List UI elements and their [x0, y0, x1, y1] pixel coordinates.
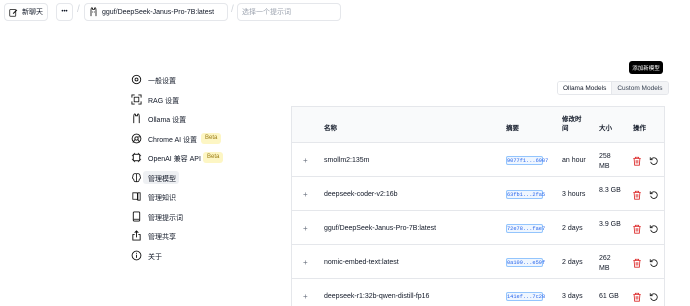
- delete-icon[interactable]: [632, 224, 642, 234]
- sidebar-item-label: 管理模型: [148, 175, 176, 183]
- table-row: + nomic-embed-text:latest 0a109...e59f 2…: [292, 245, 664, 279]
- sidebar-item-label: 管理提示词: [148, 214, 183, 222]
- column-header-size: 大小: [599, 125, 612, 132]
- column-header-modified: 修改时间: [562, 116, 582, 132]
- refresh-icon[interactable]: [649, 156, 659, 166]
- new-chat-label: 新聊天: [22, 9, 43, 16]
- more-options-button[interactable]: •••: [56, 3, 73, 21]
- breadcrumb-separator: /: [231, 4, 234, 15]
- digest-badge[interactable]: 72e78...fae7: [506, 224, 545, 233]
- api-chip-icon: [131, 152, 142, 163]
- ollama-llama-icon: [133, 113, 140, 124]
- selected-model-name: gguf/DeepSeek-Janus-Pro-7B:latest: [102, 8, 215, 16]
- delete-icon[interactable]: [632, 156, 642, 166]
- rag-scan-icon: [131, 93, 142, 105]
- refresh-icon[interactable]: [649, 224, 659, 234]
- sidebar-item-label: RAG 设置: [148, 97, 180, 105]
- sidebar-item-ollama[interactable]: Ollama 设置: [130, 109, 240, 129]
- sidebar-item-label: Ollama 设置: [148, 117, 187, 124]
- sidebar-item-label: 一般设置: [148, 78, 176, 85]
- column-header-name: 名称: [324, 125, 337, 132]
- model-name: smollm2:135m: [324, 157, 370, 164]
- info-icon: [131, 250, 142, 260]
- sidebar-item-openai-api[interactable]: OpenAI 兼容 API Beta: [130, 148, 240, 168]
- sidebar-item-label: 管理知识: [148, 195, 176, 202]
- modified-time: 2 days: [562, 259, 583, 266]
- modified-time: 2 days: [562, 225, 583, 232]
- delete-icon[interactable]: [632, 258, 642, 268]
- beta-badge: Beta: [201, 132, 222, 144]
- table-header: 名称 摘要 修改时间 大小 操作: [292, 107, 664, 143]
- digest-badge[interactable]: 0a109...e59f: [506, 258, 545, 267]
- modified-time: 3 days: [562, 293, 583, 300]
- expand-row-icon[interactable]: +: [303, 292, 308, 301]
- add-model-button[interactable]: 添加新模型: [629, 61, 663, 74]
- refresh-icon[interactable]: [649, 292, 659, 302]
- table-row: + smollm2:135m 9077f1...6907 an hour 258…: [292, 143, 664, 177]
- delete-icon[interactable]: [632, 190, 642, 200]
- chrome-icon: [131, 133, 142, 143]
- model-size: 262 MB: [599, 255, 611, 272]
- sidebar-item-about[interactable]: 关于: [130, 246, 240, 266]
- model-size: 258 MB: [599, 153, 611, 170]
- modified-time: 3 hours: [562, 191, 586, 198]
- models-table: 名称 摘要 修改时间 大小 操作 + smollm2:135m 9077f1..…: [291, 106, 665, 306]
- model-size: 8.3 GB: [599, 187, 621, 194]
- model-name: gguf/DeepSeek-Janus-Pro-7B:latest: [324, 225, 437, 232]
- knowledge-book-icon: [132, 192, 141, 201]
- brain-icon: [132, 172, 141, 182]
- ollama-llama-icon: [90, 7, 97, 17]
- refresh-icon[interactable]: [649, 190, 659, 200]
- sidebar-item-chrome-ai[interactable]: Chrome AI 设置 Beta: [130, 129, 240, 149]
- sidebar-item-manage-models[interactable]: 管理模型: [130, 168, 240, 188]
- modified-time: an hour: [562, 157, 586, 164]
- sidebar-item-label: 关于: [148, 253, 162, 261]
- sidebar-item-rag[interactable]: RAG 设置: [130, 90, 240, 110]
- table-row: + deepseek-r1:32b-qwen-distill-fp16 141e…: [292, 279, 664, 306]
- refresh-icon[interactable]: [649, 258, 659, 268]
- sidebar-item-label: 管理共享: [148, 234, 176, 241]
- new-chat-button[interactable]: 新聊天: [4, 3, 48, 21]
- expand-row-icon[interactable]: +: [303, 224, 308, 233]
- edit-icon: [9, 8, 18, 17]
- digest-badge[interactable]: 141ef...7c28: [506, 292, 545, 301]
- tab-custom-models[interactable]: Custom Models: [611, 82, 668, 94]
- prompt-placeholder: 选择一个提示词: [242, 9, 291, 16]
- tab-ollama-models[interactable]: Ollama Models: [558, 82, 612, 94]
- model-size: 61 GB: [599, 293, 619, 300]
- delete-icon[interactable]: [632, 292, 642, 302]
- sidebar-item-label: OpenAI 兼容 API: [148, 156, 201, 163]
- expand-row-icon[interactable]: +: [303, 190, 308, 199]
- prompt-book-icon: [132, 210, 141, 222]
- model-name: deepseek-r1:32b-qwen-distill-fp16: [324, 293, 430, 300]
- more-icon: •••: [61, 9, 68, 15]
- breadcrumb-separator: /: [77, 4, 80, 15]
- sidebar-item-general[interactable]: 一般设置: [130, 70, 240, 90]
- sidebar-item-manage-prompts[interactable]: 管理提示词: [130, 207, 240, 227]
- table-row: + deepseek-coder-v2:16b 63fb1...2fa5 3 h…: [292, 177, 664, 211]
- table-row: + gguf/DeepSeek-Janus-Pro-7B:latest 72e7…: [292, 211, 664, 245]
- expand-row-icon[interactable]: +: [303, 156, 308, 165]
- sidebar-item-manage-sharing[interactable]: 管理共享: [130, 226, 240, 246]
- settings-sidebar: 一般设置 RAG 设置 Ollama 设置 Chrome AI 设置 Beta …: [130, 70, 240, 265]
- model-name: deepseek-coder-v2:16b: [324, 191, 398, 198]
- top-bar: 新聊天 ••• / gguf/DeepSeek-Janus-Pro-7B:lat…: [0, 0, 690, 24]
- model-name: nomic-embed-text:latest: [324, 259, 399, 266]
- digest-badge[interactable]: 9077f1...6907: [506, 156, 548, 165]
- expand-row-icon[interactable]: +: [303, 258, 308, 267]
- digest-badge[interactable]: 63fb1...2fa5: [506, 190, 545, 199]
- column-header-actions: 操作: [633, 125, 646, 132]
- model-size: 3.9 GB: [599, 221, 621, 228]
- beta-badge: Beta: [203, 152, 224, 163]
- model-selector[interactable]: gguf/DeepSeek-Janus-Pro-7B:latest: [84, 3, 228, 21]
- sidebar-item-manage-knowledge[interactable]: 管理知识: [130, 187, 240, 207]
- sidebar-item-label: Chrome AI 设置: [148, 136, 198, 144]
- share-icon: [132, 230, 141, 241]
- settings-gear-icon: [131, 74, 142, 85]
- column-header-digest: 摘要: [506, 125, 519, 132]
- prompt-selector[interactable]: 选择一个提示词: [237, 3, 341, 21]
- model-source-tabs: Ollama Models Custom Models: [557, 81, 669, 95]
